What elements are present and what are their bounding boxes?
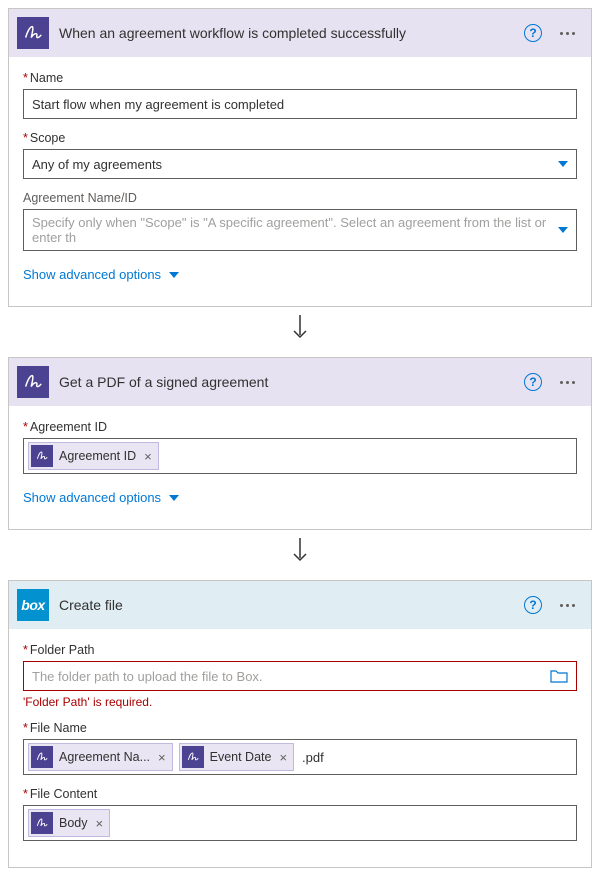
- folder-path-input[interactable]: The folder path to upload the file to Bo…: [23, 661, 577, 691]
- file-name-suffix: .pdf: [302, 750, 324, 765]
- folder-path-field: *Folder Path The folder path to upload t…: [23, 643, 577, 709]
- step-createfile-card: box Create file ? *Folder Path The folde…: [8, 580, 592, 868]
- card-title: Create file: [59, 597, 514, 613]
- adobe-sign-icon: [17, 366, 49, 398]
- agreement-id-input[interactable]: Agreement ID ×: [23, 438, 577, 474]
- token-label: Agreement Na...: [59, 750, 150, 764]
- card-title: When an agreement workflow is completed …: [59, 25, 514, 41]
- help-icon[interactable]: ?: [524, 373, 542, 391]
- more-icon[interactable]: [556, 600, 579, 611]
- scope-field: *Scope Any of my agreements: [23, 131, 577, 179]
- step-getpdf-card: Get a PDF of a signed agreement ? *Agree…: [8, 357, 592, 530]
- chevron-down-icon: [558, 227, 568, 233]
- file-name-label: File Name: [30, 721, 87, 735]
- card-header[interactable]: box Create file ?: [9, 581, 591, 629]
- chevron-down-icon: [169, 272, 179, 278]
- adobe-sign-icon: [17, 17, 49, 49]
- folder-picker-icon[interactable]: [550, 669, 568, 683]
- help-icon[interactable]: ?: [524, 24, 542, 42]
- close-icon[interactable]: ×: [279, 750, 287, 765]
- card-title: Get a PDF of a signed agreement: [59, 374, 514, 390]
- agreement-select[interactable]: Specify only when "Scope" is "A specific…: [23, 209, 577, 251]
- more-icon[interactable]: [556, 377, 579, 388]
- flow-arrow: [8, 538, 592, 566]
- adobe-sign-icon: [182, 746, 204, 768]
- close-icon[interactable]: ×: [96, 816, 104, 831]
- scope-label: Scope: [30, 131, 65, 145]
- name-field: *Name Start flow when my agreement is co…: [23, 71, 577, 119]
- adobe-sign-icon: [31, 445, 53, 467]
- chevron-down-icon: [558, 161, 568, 167]
- show-advanced-link[interactable]: Show advanced options: [23, 490, 179, 505]
- agreement-label: Agreement Name/ID: [23, 191, 577, 205]
- card-header[interactable]: Get a PDF of a signed agreement ?: [9, 358, 591, 406]
- file-content-input[interactable]: Body ×: [23, 805, 577, 841]
- token-label: Body: [59, 816, 88, 830]
- token-label: Event Date: [210, 750, 272, 764]
- token-label: Agreement ID: [59, 449, 136, 463]
- adobe-sign-icon: [31, 746, 53, 768]
- token-body[interactable]: Body ×: [28, 809, 110, 837]
- name-input[interactable]: Start flow when my agreement is complete…: [23, 89, 577, 119]
- step-trigger-card: When an agreement workflow is completed …: [8, 8, 592, 307]
- token-agreement-name[interactable]: Agreement Na... ×: [28, 743, 173, 771]
- chevron-down-icon: [169, 495, 179, 501]
- flow-arrow: [8, 315, 592, 343]
- card-header[interactable]: When an agreement workflow is completed …: [9, 9, 591, 57]
- agreement-id-label: Agreement ID: [30, 420, 107, 434]
- adobe-sign-icon: [31, 812, 53, 834]
- help-icon[interactable]: ?: [524, 596, 542, 614]
- scope-select[interactable]: Any of my agreements: [23, 149, 577, 179]
- more-icon[interactable]: [556, 28, 579, 39]
- token-event-date[interactable]: Event Date ×: [179, 743, 294, 771]
- file-name-field: *File Name Agreement Na... × Event Date …: [23, 721, 577, 775]
- file-content-field: *File Content Body ×: [23, 787, 577, 841]
- name-label: Name: [30, 71, 63, 85]
- box-icon: box: [17, 589, 49, 621]
- show-advanced-link[interactable]: Show advanced options: [23, 267, 179, 282]
- close-icon[interactable]: ×: [144, 449, 152, 464]
- file-name-input[interactable]: Agreement Na... × Event Date × .pdf: [23, 739, 577, 775]
- token-agreement-id[interactable]: Agreement ID ×: [28, 442, 159, 470]
- file-content-label: File Content: [30, 787, 97, 801]
- folder-path-label: Folder Path: [30, 643, 95, 657]
- folder-path-error: 'Folder Path' is required.: [23, 695, 577, 709]
- agreement-field: Agreement Name/ID Specify only when "Sco…: [23, 191, 577, 251]
- agreement-id-field: *Agreement ID Agreement ID ×: [23, 420, 577, 474]
- close-icon[interactable]: ×: [158, 750, 166, 765]
